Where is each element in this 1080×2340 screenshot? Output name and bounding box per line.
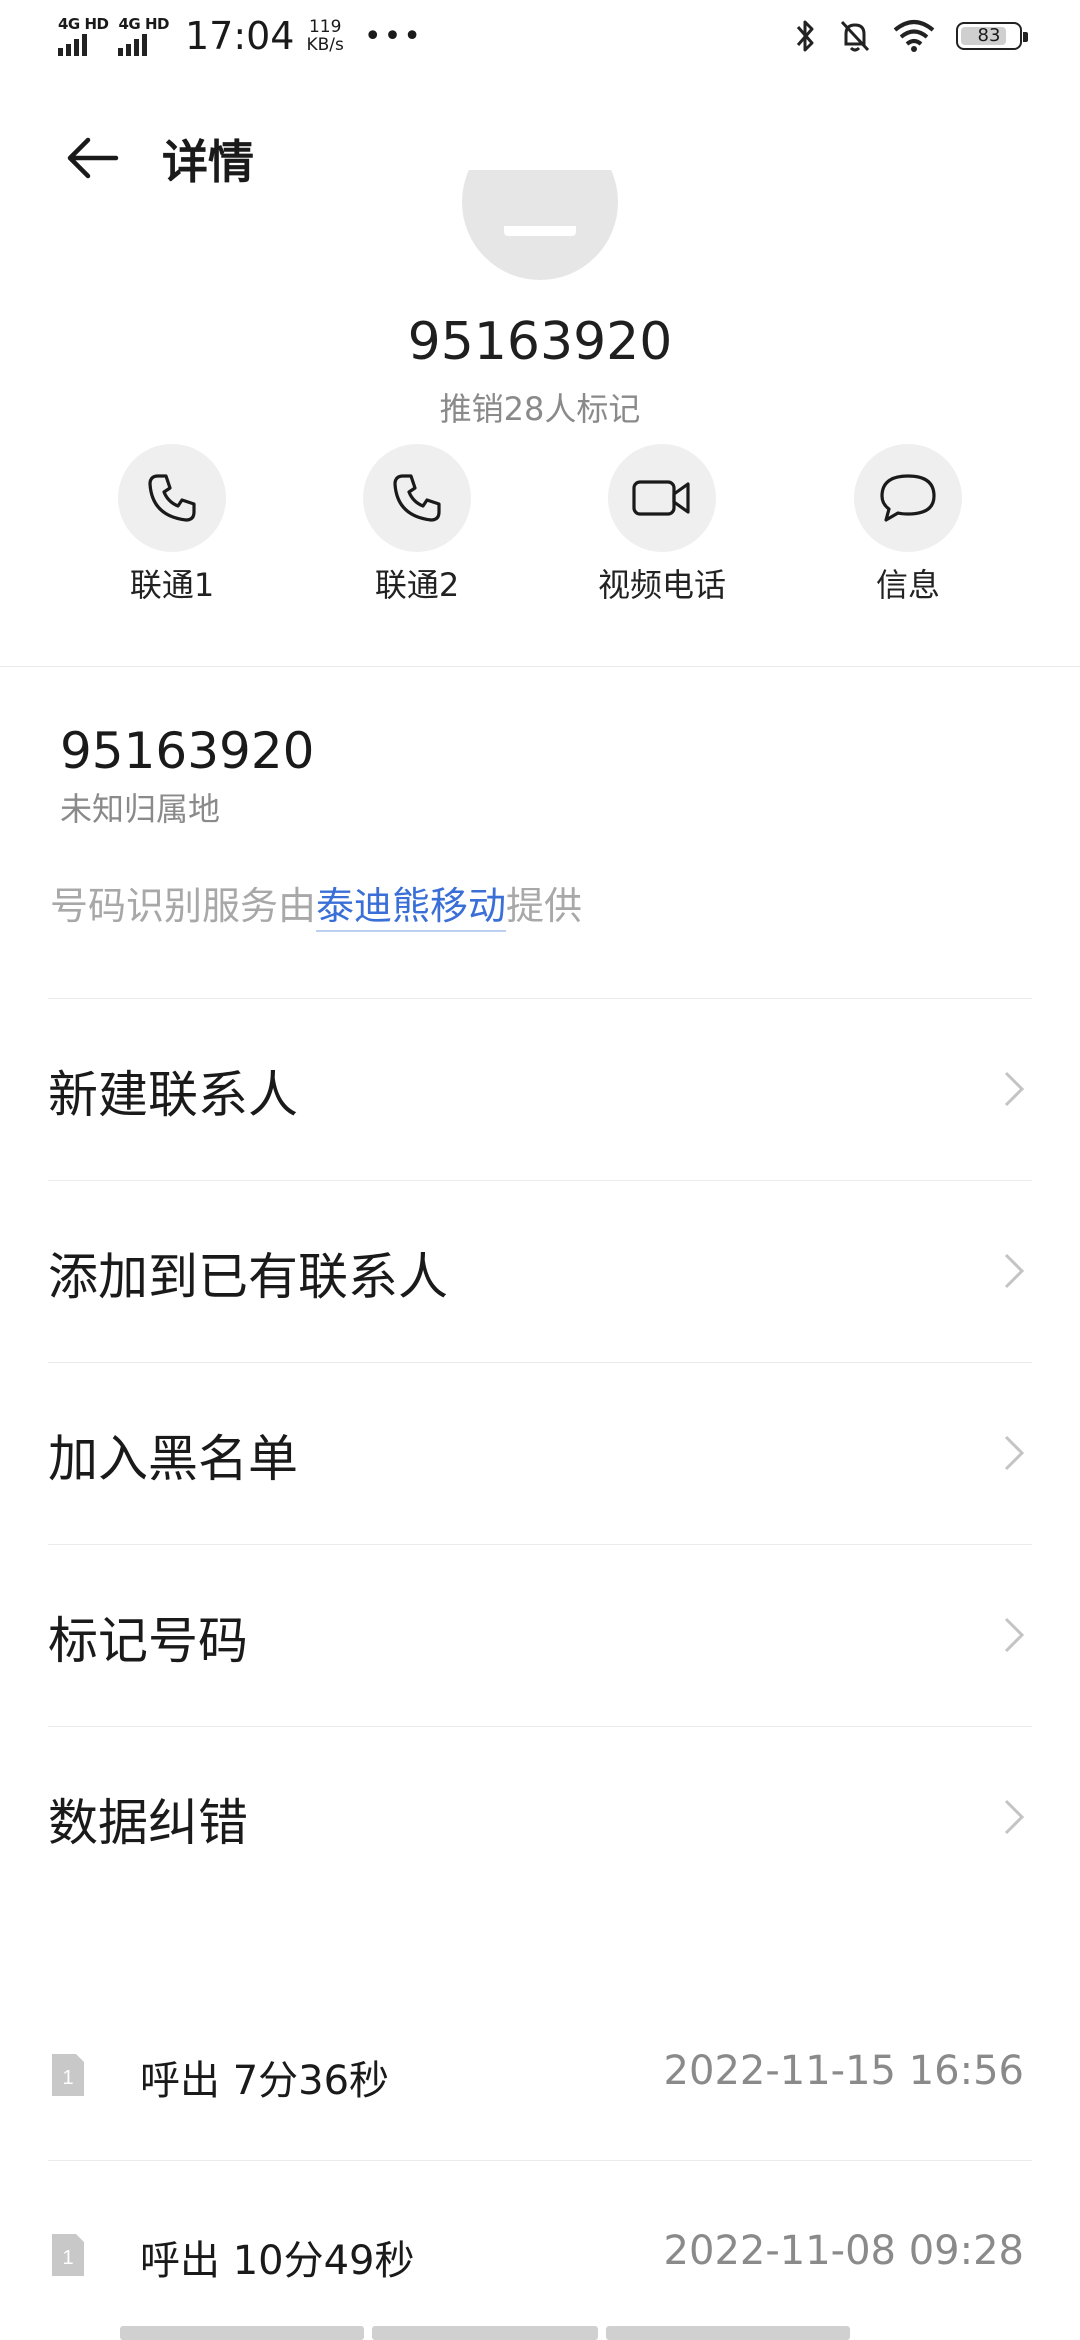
bluetooth-icon — [796, 20, 814, 52]
add-to-existing-contact-item[interactable]: 添加到已有联系人 — [48, 1180, 1032, 1362]
page-title: 详情 — [162, 135, 254, 189]
network-type-label: 4G HD — [118, 15, 169, 33]
signal-strength-sim1: 4G HD — [58, 15, 109, 56]
chevron-right-icon — [1004, 1071, 1025, 1107]
sim-card-icon: 1 — [52, 2054, 84, 2096]
spam-tag-label: 推销28人标记 — [439, 390, 641, 428]
sim-number: 1 — [62, 2247, 73, 2269]
chevron-right-icon — [1004, 1435, 1025, 1471]
more-notifications-icon: ••• — [363, 18, 423, 54]
video-call-button[interactable]: 视频电话 — [562, 444, 762, 606]
provider-suffix: 提供 — [506, 884, 583, 928]
chat-bubble-icon — [880, 474, 936, 522]
status-left: 4G HD 4G HD 17:04 119 KB/s ••• — [58, 14, 423, 58]
phone-icon — [393, 474, 441, 522]
wifi-icon — [893, 20, 935, 52]
add-to-blacklist-item[interactable]: 加入黑名单 — [48, 1362, 1032, 1544]
call-sim2-button[interactable]: 联通2 — [317, 444, 517, 606]
call-timestamp: 2022-11-08 09:28 — [663, 2228, 1024, 2274]
call-description: 呼出 7分36秒 — [140, 2058, 390, 2104]
network-speed-unit: KB/s — [306, 35, 344, 55]
action-label: 联通2 — [374, 566, 460, 604]
mark-number-item[interactable]: 标记号码 — [48, 1544, 1032, 1726]
signal-strength-sim2: 4G HD — [118, 15, 169, 56]
status-right: 83 — [794, 18, 1028, 54]
number-location: 未知归属地 — [60, 790, 221, 828]
status-bar: 4G HD 4G HD 17:04 119 KB/s ••• 83 — [0, 0, 1080, 84]
bottom-partial-row — [120, 2326, 850, 2340]
action-label: 信息 — [875, 566, 940, 604]
battery-icon: 83 — [956, 22, 1028, 50]
action-label: 视频电话 — [597, 566, 726, 604]
new-contact-item[interactable]: 新建联系人 — [48, 998, 1032, 1180]
menu-item-label: 加入黑名单 — [48, 1430, 298, 1488]
call-sim1-button[interactable]: 联通1 — [72, 444, 272, 606]
provider-note: 号码识别服务由泰迪熊移动提供 — [50, 875, 583, 932]
call-description: 呼出 10分49秒 — [140, 2238, 415, 2284]
chevron-right-icon — [1004, 1617, 1025, 1653]
sim-card-icon: 1 — [52, 2234, 84, 2276]
call-timestamp: 2022-11-15 16:56 — [663, 2048, 1024, 2094]
action-label: 联通1 — [129, 566, 215, 604]
message-button[interactable]: 信息 — [808, 444, 1008, 606]
menu-item-label: 新建联系人 — [48, 1066, 298, 1124]
network-type-label: 4G HD — [58, 15, 109, 33]
chevron-right-icon — [1004, 1253, 1025, 1289]
menu-item-label: 添加到已有联系人 — [48, 1248, 448, 1306]
phone-number[interactable]: 95163920 — [60, 722, 315, 780]
sim-number: 1 — [62, 2067, 73, 2089]
battery-percent: 83 — [977, 25, 1001, 46]
avatar — [462, 170, 618, 280]
video-camera-icon — [632, 480, 690, 516]
menu-item-label: 数据纠错 — [48, 1794, 248, 1852]
provider-link[interactable]: 泰迪熊移动 — [316, 884, 507, 932]
phone-icon — [148, 474, 196, 522]
menu-item-label: 标记号码 — [48, 1612, 248, 1670]
network-speed-value: 119 — [308, 17, 342, 37]
header-phone-number: 95163920 — [407, 312, 673, 372]
action-row: 联通1 联通2 视频电话 信息 — [0, 444, 1080, 604]
section-divider — [0, 666, 1080, 667]
back-arrow-icon[interactable] — [62, 128, 122, 188]
data-correction-item[interactable]: 数据纠错 — [48, 1726, 1032, 1908]
call-log-row[interactable]: 1 呼出 7分36秒 2022-11-15 16:56 — [48, 1980, 1032, 2160]
clock: 17:04 — [184, 14, 295, 58]
chevron-right-icon — [1004, 1799, 1025, 1835]
bell-off-icon — [840, 20, 870, 52]
network-speed: 119 KB/s — [306, 18, 343, 54]
call-log-row[interactable]: 1 呼出 10分49秒 2022-11-08 09:28 — [48, 2160, 1032, 2340]
provider-prefix: 号码识别服务由 — [50, 884, 317, 928]
